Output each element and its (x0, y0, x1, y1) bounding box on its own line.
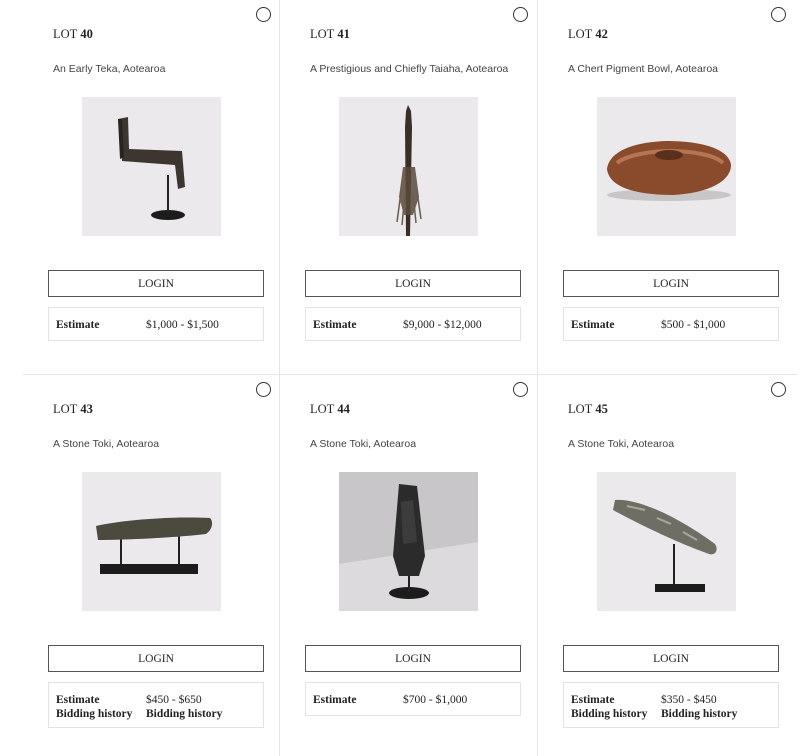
lot-image[interactable] (339, 472, 478, 611)
lot-title[interactable]: An Early Teka, Aotearoa (53, 63, 165, 75)
login-button[interactable]: LOGIN (563, 645, 779, 672)
estimate-label: Estimate (313, 319, 357, 331)
estimate-value: $450 - $650 (146, 694, 202, 706)
estimate-label: Estimate (56, 319, 100, 331)
lot-card: LOT 42 A Chert Pigment Bowl, Aotearoa LOG… (538, 0, 796, 374)
lot-title[interactable]: A Prestigious and Chiefly Taiaha, Aotear… (310, 63, 508, 75)
lot-title[interactable]: A Stone Toki, Aotearoa (310, 438, 416, 450)
estimate-box: Estimate $1,000 - $1,500 (48, 307, 264, 341)
estimate-label: Estimate (56, 694, 100, 706)
lot-number: LOT 41 (310, 27, 350, 41)
bidding-history-label: Bidding history (56, 708, 133, 720)
lot-title[interactable]: A Stone Toki, Aotearoa (53, 438, 159, 450)
estimate-box: Estimate $9,000 - $12,000 (305, 307, 521, 341)
lot-number: LOT 44 (310, 402, 350, 416)
lot-image[interactable] (82, 472, 221, 611)
select-lot-radio-icon[interactable] (256, 7, 271, 22)
bidding-history-label: Bidding history (571, 708, 648, 720)
lot-card: LOT 40 An Early Teka, Aotearoa LOGIN Esti… (23, 0, 281, 374)
select-lot-radio-icon[interactable] (256, 382, 271, 397)
select-lot-radio-icon[interactable] (771, 7, 786, 22)
estimate-label: Estimate (313, 694, 357, 706)
bidding-history-link[interactable]: Bidding history (146, 708, 222, 720)
login-button[interactable]: LOGIN (48, 270, 264, 297)
login-button[interactable]: LOGIN (305, 270, 521, 297)
estimate-value: $700 - $1,000 (403, 694, 468, 706)
login-button[interactable]: LOGIN (305, 645, 521, 672)
lot-number: LOT 43 (53, 402, 93, 416)
estimate-label: Estimate (571, 319, 615, 331)
lot-number: LOT 45 (568, 402, 608, 416)
login-button[interactable]: LOGIN (563, 270, 779, 297)
estimate-value: $350 - $450 (661, 694, 717, 706)
select-lot-radio-icon[interactable] (513, 382, 528, 397)
lot-title[interactable]: A Stone Toki, Aotearoa (568, 438, 674, 450)
lot-image[interactable] (339, 97, 478, 236)
estimate-box: Estimate $350 - $450 Bidding history Bid… (563, 682, 779, 728)
estimate-value: $500 - $1,000 (661, 319, 726, 331)
estimate-value: $1,000 - $1,500 (146, 319, 219, 331)
lot-card: LOT 41 A Prestigious and Chiefly Taiaha, … (280, 0, 538, 374)
estimate-box: Estimate $500 - $1,000 (563, 307, 779, 341)
bidding-history-link[interactable]: Bidding history (661, 708, 737, 720)
lot-image[interactable] (82, 97, 221, 236)
estimate-label: Estimate (571, 694, 615, 706)
lot-card: LOT 44 A Stone Toki, Aotearoa LOGIN Estim… (280, 375, 538, 749)
lot-image[interactable] (597, 472, 736, 611)
estimate-value: $9,000 - $12,000 (403, 319, 482, 331)
lot-number: LOT 42 (568, 27, 608, 41)
lot-grid: LOT 40 An Early Teka, Aotearoa LOGIN Esti… (23, 0, 797, 756)
lot-card: LOT 45 A Stone Toki, Aotearoa LOGIN Estim… (538, 375, 796, 749)
lot-card: LOT 43 A Stone Toki, Aotearoa LOGIN Estim… (23, 375, 281, 749)
select-lot-radio-icon[interactable] (771, 382, 786, 397)
lot-image[interactable] (597, 97, 736, 236)
login-button[interactable]: LOGIN (48, 645, 264, 672)
lot-title[interactable]: A Chert Pigment Bowl, Aotearoa (568, 63, 718, 75)
lot-number: LOT 40 (53, 27, 93, 41)
estimate-box: Estimate $450 - $650 Bidding history Bid… (48, 682, 264, 728)
select-lot-radio-icon[interactable] (513, 7, 528, 22)
estimate-box: Estimate $700 - $1,000 (305, 682, 521, 716)
